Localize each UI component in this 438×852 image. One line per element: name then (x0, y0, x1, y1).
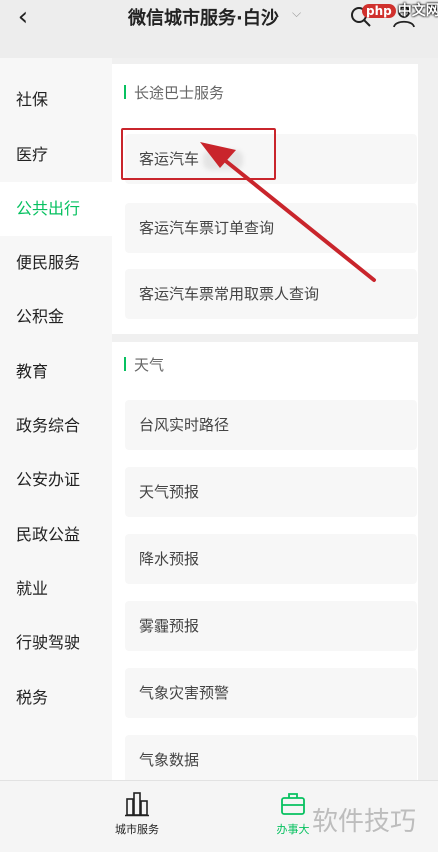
category-sidebar: 社保 医疗 公共出行 便民服务 公积金 教育 政务综合 公安办证 民政公益 就业… (0, 58, 112, 780)
sidebar-item-social-insurance[interactable]: 社保 (16, 86, 48, 110)
section-accent-bar (124, 357, 126, 371)
card-label: 台风实时路径 (139, 416, 230, 434)
section-title: 天气 (124, 354, 164, 375)
sidebar-item-convenience[interactable]: 便民服务 (16, 249, 80, 273)
sidebar-item-government[interactable]: 政务综合 (16, 412, 80, 436)
card-label: 天气预报 (139, 483, 200, 501)
back-arrow-icon: ‹ (17, 2, 29, 32)
sidebar-item-housing-fund[interactable]: 公积金 (16, 303, 64, 327)
sidebar-item-police[interactable]: 公安办证 (16, 466, 80, 490)
sidebar-item-employment[interactable]: 就业 (16, 575, 48, 599)
section-title-text: 天气 (134, 356, 165, 374)
php-logo-text: 中文网 (397, 3, 438, 19)
section-long-distance-bus: 长途巴士服务 客运汽车 客运汽车票订单查询 客运汽车票常用取票人查询 (112, 64, 418, 334)
tab-label: 办事大 (276, 823, 310, 836)
back-button[interactable]: ‹ (8, 2, 38, 38)
card-label: 降水预报 (139, 550, 200, 568)
sidebar-item-medical[interactable]: 医疗 (16, 141, 48, 165)
card-weather-warning[interactable]: 气象灾害预警 (125, 668, 417, 718)
page-title[interactable]: 微信城市服务·白沙 (128, 4, 279, 30)
top-bar: ‹ 微信城市服务·白沙 ⌵ php 中文网 (0, 0, 438, 44)
card-label: 气象数据 (139, 751, 200, 769)
card-precipitation-forecast[interactable]: 降水预报 (125, 534, 417, 584)
sidebar-item-civil-affairs[interactable]: 民政公益 (16, 521, 80, 545)
watermark: 软件技巧 (310, 800, 438, 852)
card-haze-forecast[interactable]: 雾霾预报 (125, 601, 417, 651)
card-bus-order-query[interactable]: 客运汽车票订单查询 (125, 203, 417, 253)
sidebar-item-public-transport[interactable]: 公共出行 (16, 195, 80, 219)
php-logo-prefix: php (362, 4, 396, 18)
card-weather-forecast[interactable]: 天气预报 (125, 467, 417, 517)
sidebar-item-education[interactable]: 教育 (16, 358, 48, 382)
card-weather-data[interactable]: 气象数据 (125, 735, 417, 785)
tab-city-services[interactable]: 城市服务 (92, 791, 182, 837)
section-title-text: 长途巴士服务 (134, 84, 225, 102)
card-bus-pickup-person-query[interactable]: 客运汽车票常用取票人查询 (125, 269, 417, 319)
city-building-icon (125, 792, 149, 817)
php-logo: php 中文网 (356, 0, 438, 24)
tab-label: 城市服务 (115, 823, 159, 836)
card-label: 雾霾预报 (139, 617, 200, 635)
card-label: 客运汽车票订单查询 (139, 219, 275, 237)
card-label: 客运汽车票常用取票人查询 (139, 285, 320, 303)
card-label: 气象灾害预警 (139, 684, 230, 702)
card-typhoon-path[interactable]: 台风实时路径 (125, 400, 417, 450)
briefcase-icon (281, 793, 305, 815)
section-accent-bar (124, 85, 126, 99)
section-weather: 天气 台风实时路径 天气预报 降水预报 雾霾预报 气象灾害预警 气象数据 (112, 342, 418, 785)
sidebar-item-driving[interactable]: 行驶驾驶 (16, 629, 80, 653)
section-title: 长途巴士服务 (124, 82, 224, 103)
chevron-down-icon[interactable]: ⌵ (292, 6, 301, 21)
sidebar-item-tax[interactable]: 税务 (16, 684, 48, 708)
annotation-highlight-box (121, 128, 276, 180)
